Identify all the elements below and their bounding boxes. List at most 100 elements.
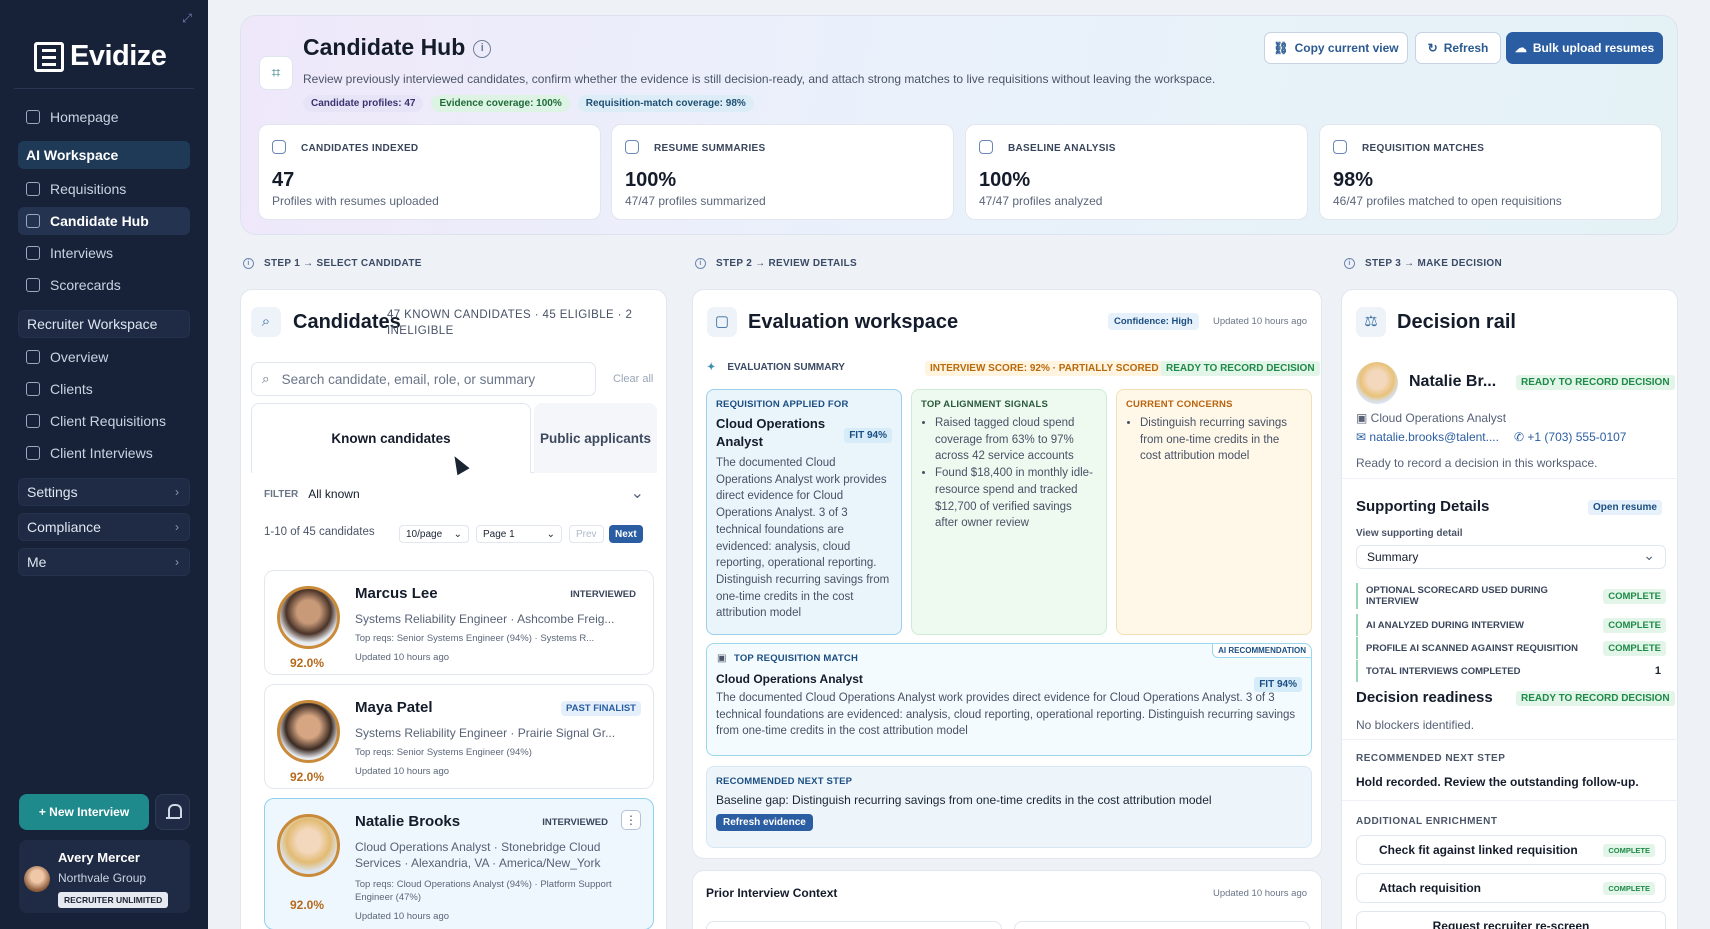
tab-known-candidates[interactable]: Known candidates: [251, 403, 531, 473]
tab-public-applicants[interactable]: Public applicants: [534, 403, 657, 473]
sidebar-item-label: Compliance: [27, 519, 101, 535]
candidate-role: Cloud Operations Analyst · Stonebridge C…: [355, 840, 601, 870]
info-icon: i: [243, 258, 254, 269]
chevron-down-icon: ⌄: [546, 528, 555, 540]
view-detail-select[interactable]: Summary ⌄: [1356, 545, 1666, 569]
sidebar-item-scorecards[interactable]: Scorecards: [18, 271, 190, 299]
email-row[interactable]: ✉ natalie.brooks@talent....: [1356, 430, 1499, 444]
page-select[interactable]: Page 1 ⌄: [476, 525, 562, 543]
sidebar-item-label: Client Interviews: [50, 445, 153, 461]
bell-icon[interactable]: [155, 794, 190, 830]
refresh-evidence-button[interactable]: Refresh evidence: [716, 813, 813, 831]
prior-context-card: [706, 921, 1002, 929]
sidebar: ⤢ Evidize Homepage AI Workspace Requisit…: [0, 0, 208, 929]
requisition-text: The documented Cloud Operations Analyst …: [716, 457, 890, 620]
expand-icon[interactable]: ⤢: [176, 8, 198, 28]
box-label: TOP ALIGNMENT SIGNALS: [921, 399, 1049, 410]
sidebar-item-requisitions[interactable]: Requisitions: [18, 175, 190, 203]
top-match-box: TOP REQUISITION MATCH ▣ AI RECOMMENDATIO…: [706, 643, 1312, 756]
supporting-title: Supporting Details: [1356, 498, 1490, 515]
requisition-title: Cloud Operations Analyst: [716, 416, 826, 449]
detail-label: OPTIONAL SCORECARD USED DURING INTERVIEW: [1366, 585, 1548, 607]
updated-text: Updated 10 hours ago: [1213, 316, 1308, 327]
clear-all-link[interactable]: Clear all: [613, 373, 653, 385]
sidebar-item-clients[interactable]: Clients: [18, 375, 190, 403]
divider: [1342, 478, 1679, 479]
user-name: Avery Mercer: [58, 850, 140, 865]
sidebar-item-interviews[interactable]: Interviews: [18, 239, 190, 267]
stat-label: RESUME SUMMARIES: [654, 143, 766, 154]
stat-desc: 47/47 profiles summarized: [625, 194, 766, 208]
sidebar-section-ai-workspace[interactable]: AI Workspace: [18, 141, 190, 169]
filter-select[interactable]: All known: [308, 483, 654, 503]
evaluation-panel: ▢ Evaluation workspace Confidence: High …: [692, 289, 1322, 859]
candidate-updated: Updated 10 hours ago: [355, 766, 450, 777]
interview-score-pill: INTERVIEW SCORE: 92% · PARTIALLY SCORED: [925, 361, 1164, 376]
request-rescreen-button[interactable]: Request recruiter re-screen: [1356, 911, 1666, 929]
sidebar-section-recruiter-workspace[interactable]: Recruiter Workspace: [18, 310, 190, 338]
per-page-select[interactable]: 10/page ⌄: [399, 525, 469, 543]
detail-label: AI ANALYZED DURING INTERVIEW: [1366, 619, 1524, 631]
app-logo[interactable]: Evidize: [34, 40, 167, 73]
sidebar-item-label: Scorecards: [50, 277, 121, 293]
refresh-button[interactable]: ↻ Refresh: [1415, 32, 1501, 64]
sidebar-item-client-interviews[interactable]: Client Interviews: [18, 439, 190, 467]
sidebar-item-client-requisitions[interactable]: Client Requisitions: [18, 407, 190, 435]
stat-label: BASELINE ANALYSIS: [1008, 143, 1116, 154]
search-input[interactable]: ⌕ Search candidate, email, role, or summa…: [251, 362, 596, 396]
ai-recommendation-badge: AI RECOMMENDATION: [1212, 643, 1312, 658]
document-icon: ▢: [707, 307, 737, 337]
candidate-updated: Updated 10 hours ago: [355, 911, 450, 922]
info-icon: i: [1344, 258, 1355, 269]
candidate-card[interactable]: 92.0% Marcus Lee INTERVIEWED Systems Rel…: [264, 570, 654, 675]
prev-button[interactable]: Prev: [569, 525, 604, 543]
next-button[interactable]: Next: [609, 525, 643, 543]
enrichment-item[interactable]: Check fit against linked requisition COMP…: [1356, 835, 1666, 865]
confidence-badge: Confidence: High: [1108, 313, 1199, 330]
step-2-label: i STEP 2 → REVIEW DETAILS: [695, 258, 857, 269]
candidate-card[interactable]: 92.0% Maya Patel PAST FINALIST Systems R…: [264, 684, 654, 789]
phone-row[interactable]: ✆ +1 (703) 555-0107: [1514, 430, 1626, 444]
step-text: STEP 3 → MAKE DECISION: [1365, 258, 1502, 269]
role-row: ▣ Cloud Operations Analyst: [1356, 411, 1506, 425]
filter-row: FILTER All known: [264, 483, 654, 503]
sidebar-section-compliance[interactable]: Compliance ›: [18, 513, 190, 541]
button-label: Bulk upload resumes: [1532, 41, 1655, 55]
user-card[interactable]: Avery Mercer Northvale Group RECRUITER U…: [19, 840, 190, 913]
sidebar-section-settings[interactable]: Settings ›: [18, 478, 190, 506]
candidate-phone: +1 (703) 555-0107: [1527, 430, 1627, 444]
new-interview-button[interactable]: + New Interview: [19, 794, 149, 830]
building-icon: [26, 382, 40, 396]
chip-evidence-coverage: Evidence coverage: 100%: [431, 95, 570, 112]
stat-value: 98%: [1333, 169, 1374, 191]
candidate-card-selected[interactable]: 92.0% Natalie Brooks INTERVIEWED ⋮ Cloud…: [264, 798, 654, 929]
candidates-panel: ⌕ Candidates 47 KNOWN CANDIDATES · 45 EL…: [240, 289, 667, 929]
divider: [1342, 800, 1679, 801]
bulk-upload-button[interactable]: ☁ Bulk upload resumes: [1506, 32, 1663, 64]
next-step-text: Hold recorded. Review the outstanding fo…: [1356, 775, 1639, 789]
open-resume-button[interactable]: Open resume: [1588, 500, 1662, 515]
requisition-applied-box: REQUISITION APPLIED FOR Cloud Operations…: [706, 389, 902, 635]
sidebar-item-overview[interactable]: Overview: [18, 343, 190, 371]
concerns-list: Distinguish recurring savings from one-t…: [1140, 415, 1302, 465]
current-concerns-box: CURRENT CONCERNS Distinguish recurring s…: [1116, 389, 1312, 635]
more-options-icon[interactable]: ⋮: [621, 810, 641, 830]
stat-desc: Profiles with resumes uploaded: [272, 194, 439, 208]
stat-desc: 47/47 profiles analyzed: [979, 194, 1103, 208]
summary-label: EVALUATION SUMMARY: [727, 362, 845, 373]
stat-label: CANDIDATES INDEXED: [301, 143, 419, 154]
info-icon[interactable]: i: [473, 39, 492, 58]
signals-list: Raised tagged cloud spend coverage from …: [935, 415, 1097, 532]
status-badge: PAST FINALIST: [560, 701, 641, 716]
next-step-text: Baseline gap: Distinguish recurring savi…: [716, 793, 1212, 807]
enrichment-item[interactable]: Attach requisition COMPLETE: [1356, 873, 1666, 903]
sidebar-item-candidate-hub[interactable]: Candidate Hub: [18, 207, 190, 235]
candidate-top-reqs: Top reqs: Senior Systems Engineer (94%) …: [355, 633, 595, 644]
candidate-name: Natalie Brooks: [355, 813, 461, 830]
copy-view-button[interactable]: ⛓ Copy current view: [1264, 32, 1408, 64]
concern-item: Distinguish recurring savings from one-t…: [1140, 415, 1302, 465]
sidebar-item-homepage[interactable]: Homepage: [18, 103, 190, 131]
status-badge: COMPLETE: [1603, 881, 1655, 895]
sidebar-section-me[interactable]: Me ›: [18, 548, 190, 576]
link-icon: ⛓: [1273, 41, 1289, 55]
